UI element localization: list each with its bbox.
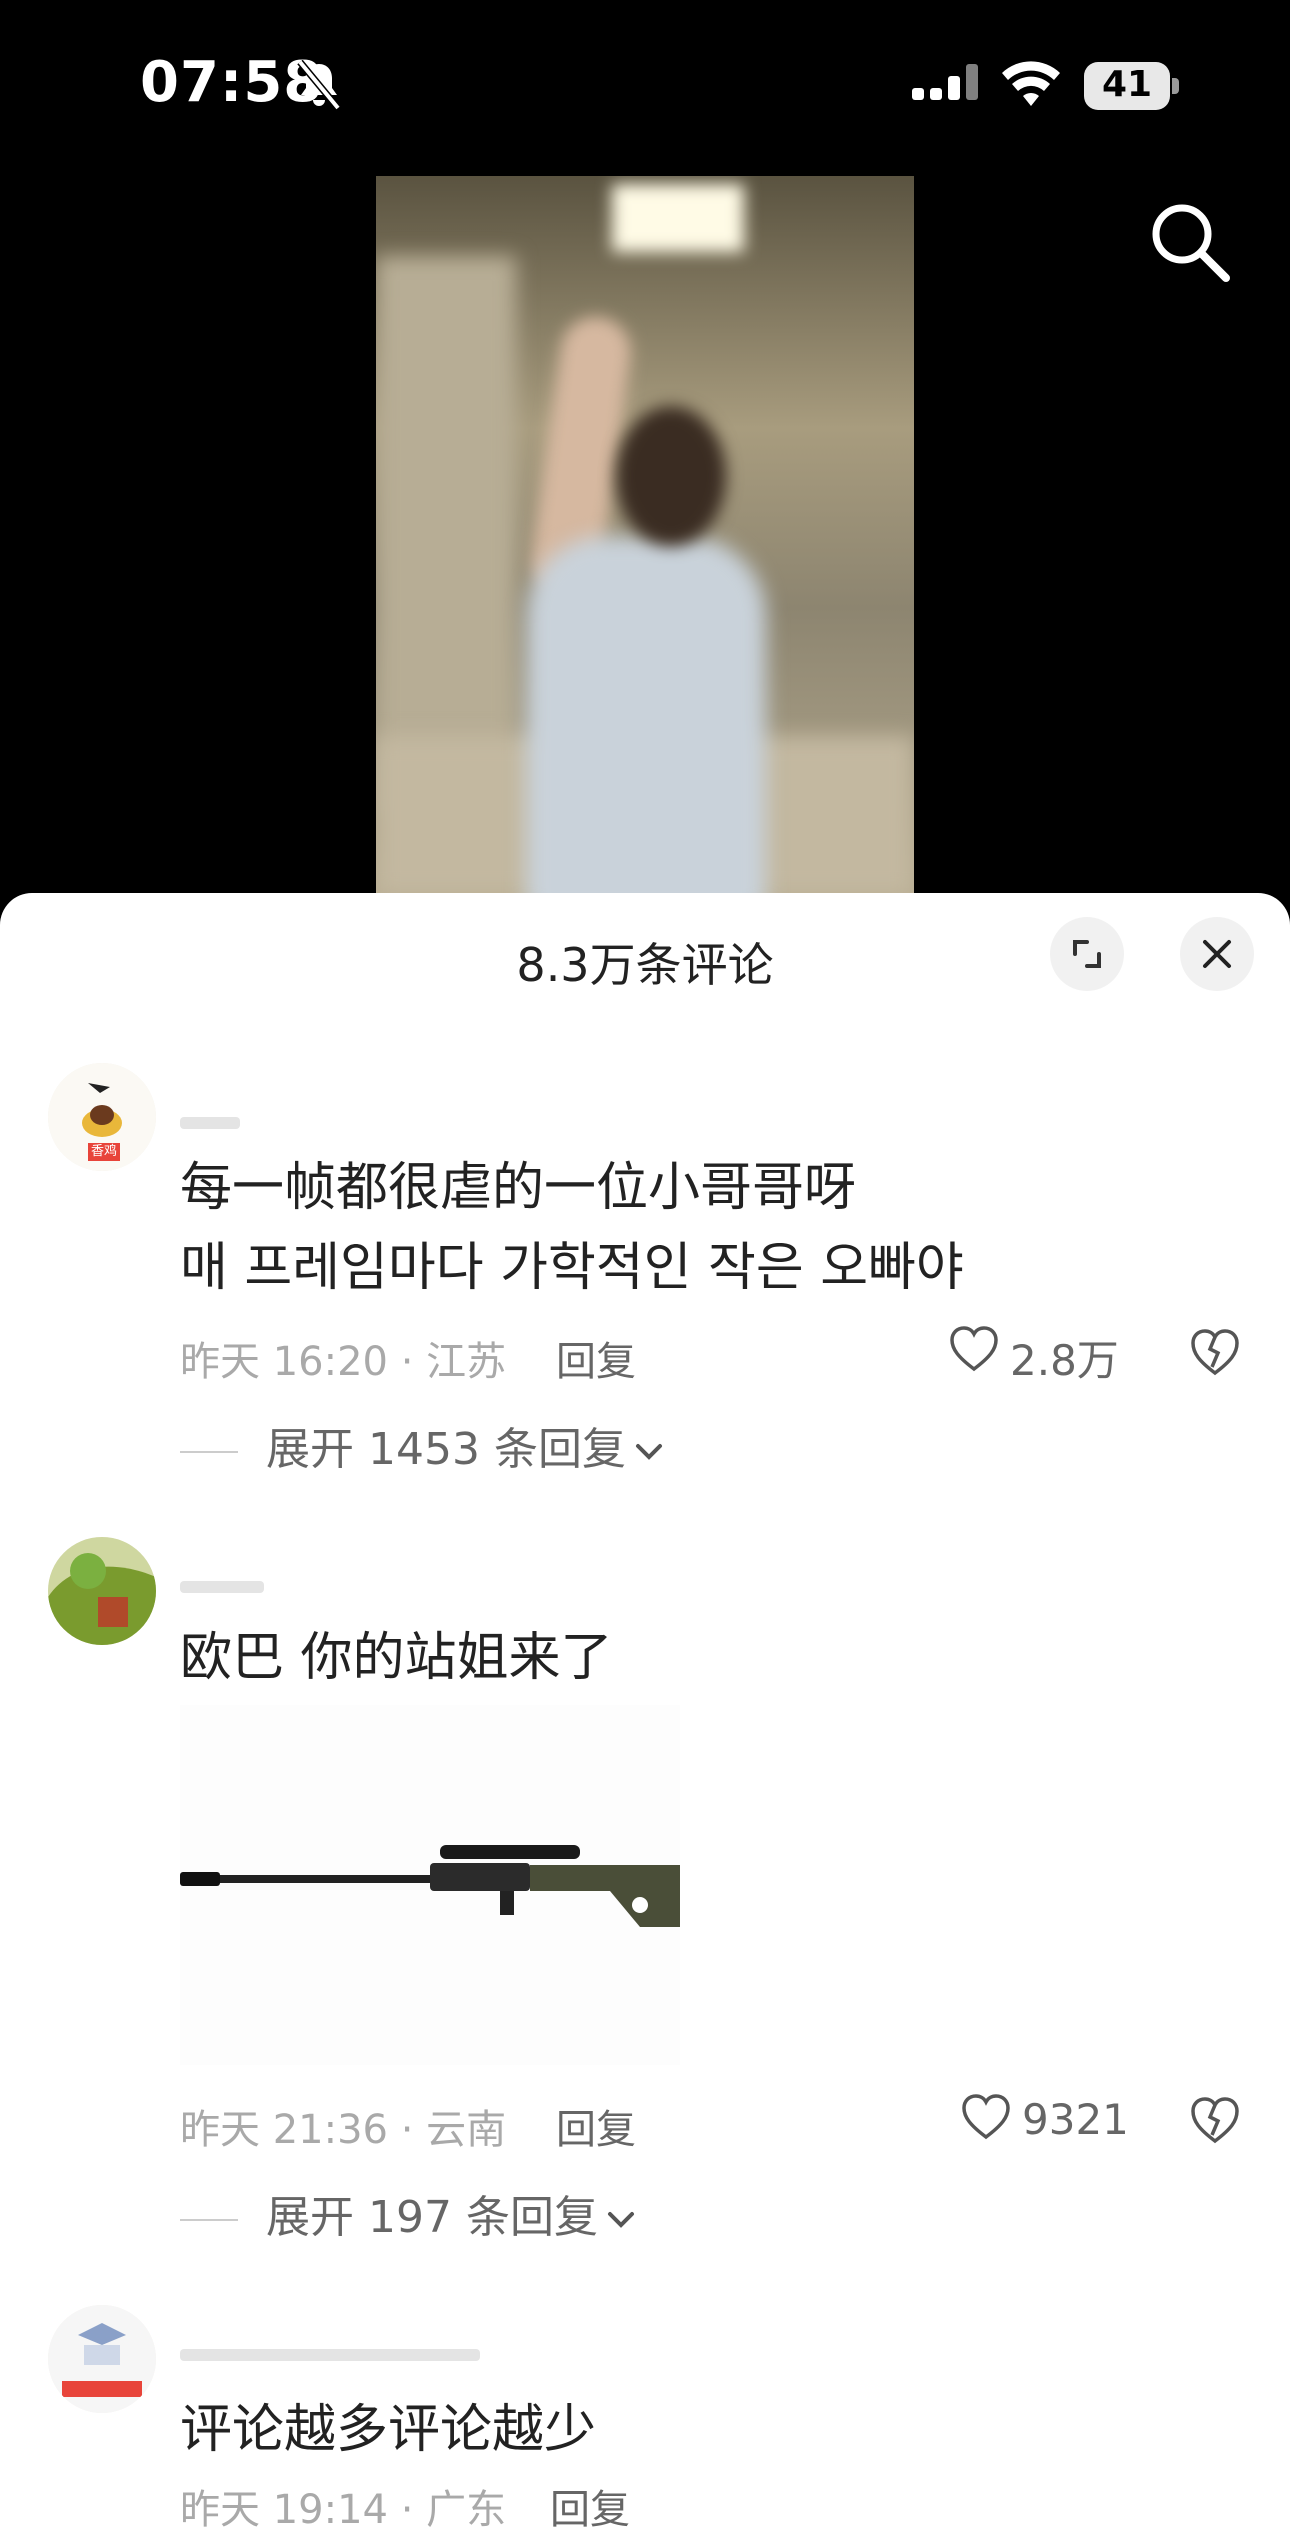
mute-bell-icon: [297, 60, 341, 110]
comment-sheet: 8.3万条评论 香鸡 每一帧都很虐的一位小哥哥呀 매 프레임마다 가학적인 작은…: [0, 893, 1290, 2547]
expand-replies-button[interactable]: 展开 1453 条回复: [180, 1413, 664, 1477]
broken-heart-icon[interactable]: [1188, 1327, 1242, 1377]
comment-text-line: 欧巴 你的站姐来了: [180, 1628, 613, 1688]
expand-sheet-button[interactable]: [1050, 917, 1124, 991]
expand-replies-label: 展开 197 条回复: [266, 2192, 598, 2243]
reply-button[interactable]: 回复: [556, 2097, 636, 2155]
avatar[interactable]: 香鸡: [48, 1063, 156, 1171]
battery-indicator: 41: [1084, 62, 1180, 110]
expand-icon: [1073, 940, 1101, 968]
chevron-down-icon: [635, 1444, 662, 1460]
comment-meta: 昨天 19:14 · 广东: [180, 2487, 507, 2533]
wifi-icon: [1002, 61, 1060, 106]
rifle-image: [180, 1845, 680, 1927]
close-icon: [1203, 940, 1231, 968]
close-sheet-button[interactable]: [1180, 917, 1254, 991]
reply-button[interactable]: 回复: [556, 1329, 636, 1387]
broken-heart-icon[interactable]: [1188, 2095, 1242, 2145]
comment-image-rifle[interactable]: [180, 1705, 680, 2065]
like-count: 2.8万: [1010, 1336, 1119, 1385]
comment-text-line: 评论越多评论越少: [180, 2400, 597, 2460]
expand-replies-label: 展开 1453 条回复: [266, 1424, 626, 1475]
battery-level: 41: [1101, 64, 1153, 105]
username-placeholder: [180, 1117, 240, 1129]
search-icon[interactable]: [1146, 198, 1234, 286]
comment-text-line: 每一帧都很虐的一位小哥哥呀: [180, 1158, 857, 1218]
avatar[interactable]: [48, 1537, 156, 1645]
comment-text-line: 매 프레임마다 가학적인 작은 오빠야: [180, 1238, 964, 1298]
cellular-signal-icon: [912, 64, 978, 100]
reply-button[interactable]: 回复: [550, 2477, 630, 2535]
heart-icon: [950, 1326, 998, 1372]
comment-meta: 昨天 21:36 · 云南: [180, 2107, 507, 2153]
video-player[interactable]: [376, 176, 914, 896]
username-placeholder: [180, 2349, 480, 2361]
comment-meta: 昨天 16:20 · 江苏: [180, 1339, 507, 1385]
chevron-down-icon: [607, 2212, 634, 2228]
like-count: 9321: [1022, 2095, 1129, 2144]
heart-icon: [962, 2094, 1010, 2140]
avatar[interactable]: [48, 2305, 156, 2413]
username-placeholder: [180, 1581, 264, 1593]
status-bar: 07:58 41: [0, 0, 1290, 170]
avatar-badge: 香鸡: [88, 1143, 121, 1161]
expand-replies-button[interactable]: 展开 197 条回复: [180, 2181, 636, 2245]
